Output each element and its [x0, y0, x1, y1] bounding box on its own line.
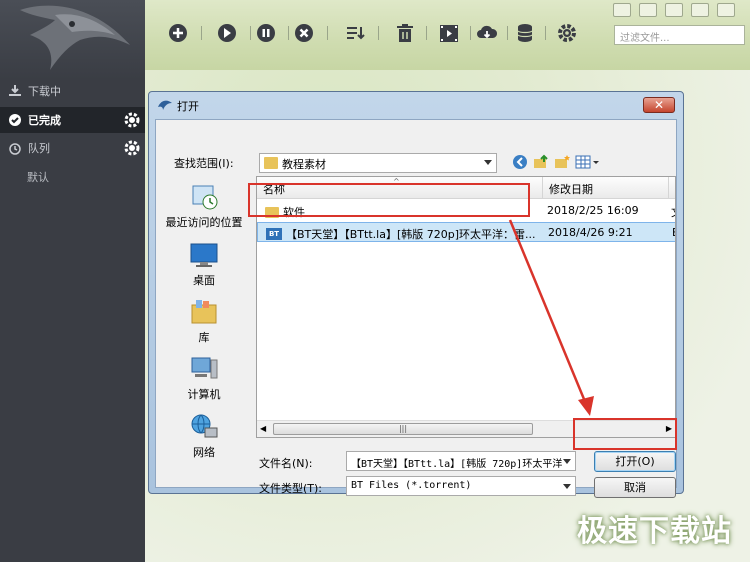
annotation-arrow: [508, 219, 594, 416]
watermark-logo: 极速下载站: [577, 514, 732, 549]
